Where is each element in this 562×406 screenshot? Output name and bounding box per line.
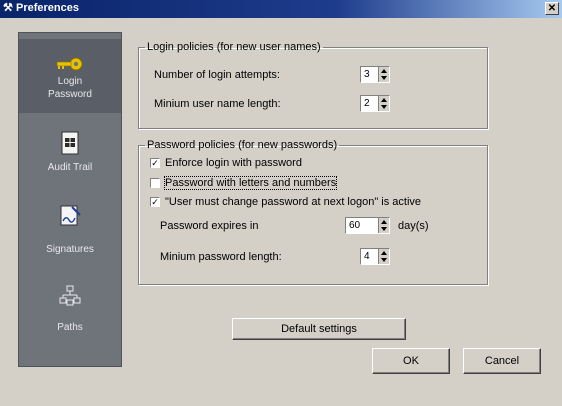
- spin-up-icon[interactable]: [381, 220, 387, 224]
- signature-icon: [60, 205, 81, 226]
- cancel-button[interactable]: Cancel: [463, 348, 541, 374]
- sidebar-item-label: Audit Trail: [47, 162, 93, 173]
- min-username-length-value: 2: [364, 98, 370, 109]
- sidebar-item-signatures[interactable]: Signatures: [19, 203, 121, 257]
- app-icon: ⚒: [3, 2, 13, 14]
- password-expires-spinner[interactable]: 60: [345, 217, 390, 234]
- sidebar-item-label: Password: [48, 89, 92, 100]
- login-attempts-value: 3: [364, 69, 370, 80]
- sidebar-item-audit-trail[interactable]: Audit Trail: [19, 131, 121, 179]
- expires-unit-label: day(s): [398, 220, 429, 232]
- sidebar-item-paths[interactable]: Paths: [19, 285, 121, 339]
- spin-up-icon[interactable]: [381, 98, 387, 102]
- password-expires-label: Password expires in: [160, 220, 259, 232]
- window-title: Preferences: [16, 2, 79, 14]
- min-password-length-value: 4: [364, 251, 370, 262]
- title-bar: ⚒ Preferences ✕: [0, 0, 562, 18]
- spin-down-icon[interactable]: [381, 105, 387, 109]
- spin-up-icon[interactable]: [381, 251, 387, 255]
- letters-numbers-label: Password with letters and numbers: [163, 176, 338, 190]
- spinner-arrows[interactable]: [378, 249, 389, 264]
- min-username-length-label: Minium user name length:: [154, 98, 281, 110]
- sidebar-item-label: Signatures: [46, 244, 94, 255]
- spin-down-icon[interactable]: [381, 227, 387, 231]
- sidebar-item-label: Paths: [57, 322, 83, 333]
- enforce-login-label: Enforce login with password: [165, 157, 302, 169]
- default-settings-button[interactable]: Default settings: [232, 318, 406, 340]
- min-password-length-spinner[interactable]: 4: [360, 248, 390, 265]
- sidebar-item-label: Login: [57, 76, 83, 87]
- min-username-length-spinner[interactable]: 2: [360, 95, 390, 112]
- must-change-checkbox[interactable]: ✓: [150, 197, 160, 207]
- letters-numbers-checkbox[interactable]: [150, 178, 160, 188]
- spinner-arrows[interactable]: [378, 96, 389, 111]
- password-expires-value: 60: [349, 220, 361, 231]
- spin-down-icon[interactable]: [381, 258, 387, 262]
- spinner-arrows[interactable]: [378, 67, 389, 82]
- spin-down-icon[interactable]: [381, 76, 387, 80]
- login-policies-group: Login policies (for new user names): [138, 41, 488, 129]
- login-policies-legend: Login policies (for new user names): [147, 41, 321, 53]
- login-attempts-label: Number of login attempts:: [154, 69, 280, 81]
- spinner-arrows[interactable]: [378, 218, 389, 233]
- close-button[interactable]: ✕: [545, 2, 559, 15]
- network-icon: [59, 285, 81, 306]
- key-icon: [56, 57, 83, 71]
- ok-button[interactable]: OK: [372, 348, 450, 374]
- min-password-length-label: Minium password length:: [160, 251, 282, 263]
- must-change-label: "User must change password at next logon…: [165, 196, 422, 208]
- password-policies-legend: Password policies (for new passwords): [147, 139, 338, 151]
- spin-up-icon[interactable]: [381, 69, 387, 73]
- enforce-login-checkbox[interactable]: ✓: [150, 158, 160, 168]
- sidebar: Login Password Audit Trail Signatures Pa…: [18, 32, 122, 367]
- login-attempts-spinner[interactable]: 3: [360, 66, 390, 83]
- document-icon: [61, 131, 79, 155]
- sidebar-item-login-password[interactable]: Login Password: [19, 39, 121, 113]
